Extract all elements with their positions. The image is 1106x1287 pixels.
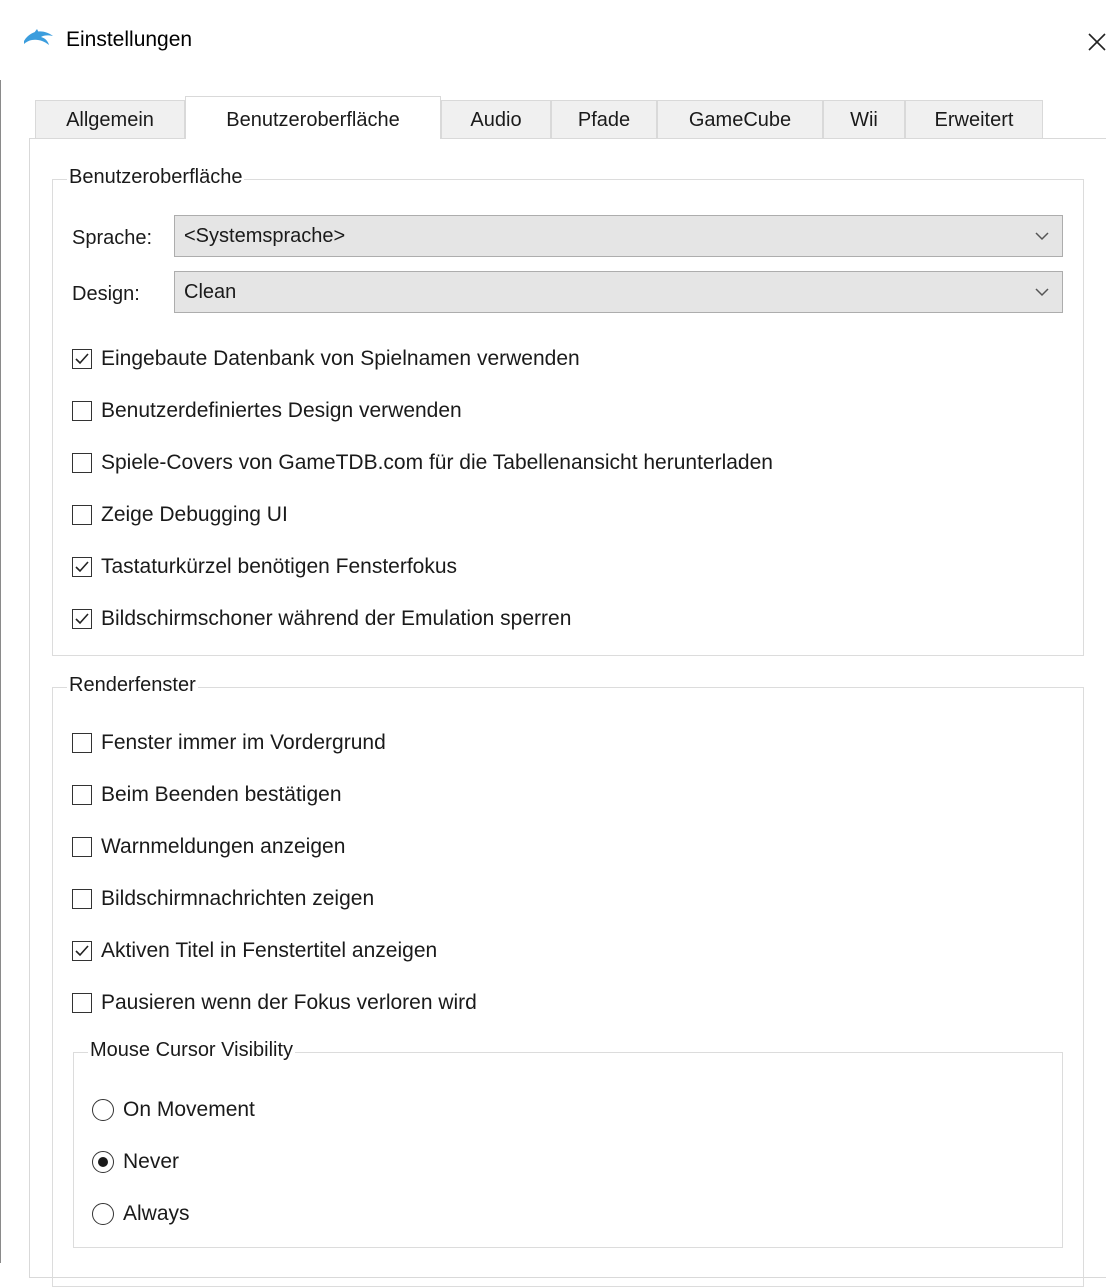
- radio-label: Always: [123, 1202, 190, 1225]
- checkbox-box[interactable]: [72, 401, 92, 421]
- tab-allgemein[interactable]: Allgemein: [35, 100, 185, 138]
- design-value: Clean: [184, 281, 237, 303]
- checkbox-pause-on-focus-loss[interactable]: Pausieren wenn der Fokus verloren wird: [72, 988, 477, 1018]
- chevron-down-icon: [1035, 232, 1049, 241]
- tab-pfade[interactable]: Pfade: [551, 100, 657, 138]
- title-bar: Einstellungen: [0, 0, 1106, 80]
- language-value: <Systemsprache>: [184, 225, 346, 247]
- tab-pane: Benutzeroberfläche Sprache: <Systemsprac…: [29, 138, 1106, 1287]
- checkbox-builtin-db[interactable]: Eingebaute Datenbank von Spielnamen verw…: [72, 344, 580, 374]
- dolphin-icon: [24, 29, 53, 45]
- cursor-visibility-group: Mouse Cursor Visibility On Movement Neve…: [73, 1039, 1063, 1248]
- checkbox-osd-messages[interactable]: Bildschirmnachrichten zeigen: [72, 884, 374, 914]
- checkbox-title-in-window[interactable]: Aktiven Titel in Fenstertitel anzeigen: [72, 936, 437, 966]
- checkbox-box[interactable]: [72, 837, 92, 857]
- radio-circle[interactable]: [92, 1099, 114, 1121]
- checkbox-box[interactable]: [72, 785, 92, 805]
- checkbox-label: Eingebaute Datenbank von Spielnamen verw…: [101, 347, 580, 370]
- radio-label: Never: [123, 1150, 180, 1173]
- checkbox-label: Bildschirmnachrichten zeigen: [101, 887, 375, 910]
- checkbox-box[interactable]: [72, 557, 92, 577]
- radio-on-movement[interactable]: On Movement: [92, 1095, 255, 1125]
- design-label: Design:: [72, 283, 140, 305]
- radio-label: On Movement: [123, 1098, 255, 1121]
- language-select[interactable]: <Systemsprache>: [174, 215, 1063, 257]
- window-title: Einstellungen: [66, 28, 193, 51]
- checkbox-label: Zeige Debugging UI: [101, 503, 288, 526]
- checkbox-label: Spiele-Covers von GameTDB.com für die Ta…: [101, 451, 773, 474]
- design-select[interactable]: Clean: [174, 271, 1063, 313]
- checkbox-confirm-stop[interactable]: Beim Beenden bestätigen: [72, 780, 342, 810]
- radio-always[interactable]: Always: [92, 1199, 190, 1229]
- render-group: Renderfenster Fenster immer im Vordergru…: [52, 674, 1084, 1287]
- radio-never[interactable]: Never: [92, 1147, 179, 1177]
- ui-group: Benutzeroberfläche Sprache: <Systemsprac…: [52, 166, 1084, 656]
- checkbox-label: Bildschirmschoner während der Emulation …: [101, 607, 572, 630]
- checkbox-screensaver[interactable]: Bildschirmschoner während der Emulation …: [72, 604, 571, 634]
- checkbox-warnings[interactable]: Warnmeldungen anzeigen: [72, 832, 345, 862]
- radio-circle[interactable]: [92, 1203, 114, 1225]
- checkbox-always-on-top[interactable]: Fenster immer im Vordergrund: [72, 728, 386, 758]
- window-left-edge: [0, 0, 1, 1263]
- tab-wii[interactable]: Wii: [823, 100, 905, 138]
- close-icon[interactable]: [1086, 24, 1106, 54]
- checkbox-custom-design[interactable]: Benutzerdefiniertes Design verwenden: [72, 396, 462, 426]
- checkbox-label: Warnmeldungen anzeigen: [101, 835, 346, 858]
- chevron-down-icon: [1035, 288, 1049, 297]
- checkbox-box[interactable]: [72, 941, 92, 961]
- checkbox-label: Beim Beenden bestätigen: [101, 783, 342, 806]
- render-group-title: Renderfenster: [67, 674, 198, 697]
- checkbox-label: Aktiven Titel in Fenstertitel anzeigen: [101, 939, 438, 962]
- checkbox-hotkeys-focus[interactable]: Tastaturkürzel benötigen Fensterfokus: [72, 552, 457, 582]
- tab-benutzeroberflaeche[interactable]: Benutzeroberfläche: [185, 96, 441, 139]
- checkbox-label: Tastaturkürzel benötigen Fensterfokus: [101, 555, 458, 578]
- tab-audio[interactable]: Audio: [441, 100, 551, 138]
- checkbox-box[interactable]: [72, 349, 92, 369]
- checkbox-debug-ui[interactable]: Zeige Debugging UI: [72, 500, 288, 530]
- checkbox-box[interactable]: [72, 889, 92, 909]
- checkbox-box[interactable]: [72, 453, 92, 473]
- cursor-group-title: Mouse Cursor Visibility: [88, 1039, 296, 1062]
- checkbox-box[interactable]: [72, 733, 92, 753]
- checkbox-box[interactable]: [72, 993, 92, 1013]
- ui-group-title: Benutzeroberfläche: [67, 166, 245, 189]
- checkbox-covers[interactable]: Spiele-Covers von GameTDB.com für die Ta…: [72, 448, 773, 478]
- checkbox-label: Pausieren wenn der Fokus verloren wird: [101, 991, 477, 1014]
- tab-gamecube[interactable]: GameCube: [657, 100, 823, 138]
- radio-circle[interactable]: [92, 1151, 114, 1173]
- tab-erweitert[interactable]: Erweitert: [905, 100, 1043, 138]
- checkbox-box[interactable]: [72, 505, 92, 525]
- checkbox-label: Benutzerdefiniertes Design verwenden: [101, 399, 462, 422]
- checkbox-label: Fenster immer im Vordergrund: [101, 731, 386, 754]
- language-label: Sprache:: [72, 227, 153, 249]
- checkbox-box[interactable]: [72, 609, 92, 629]
